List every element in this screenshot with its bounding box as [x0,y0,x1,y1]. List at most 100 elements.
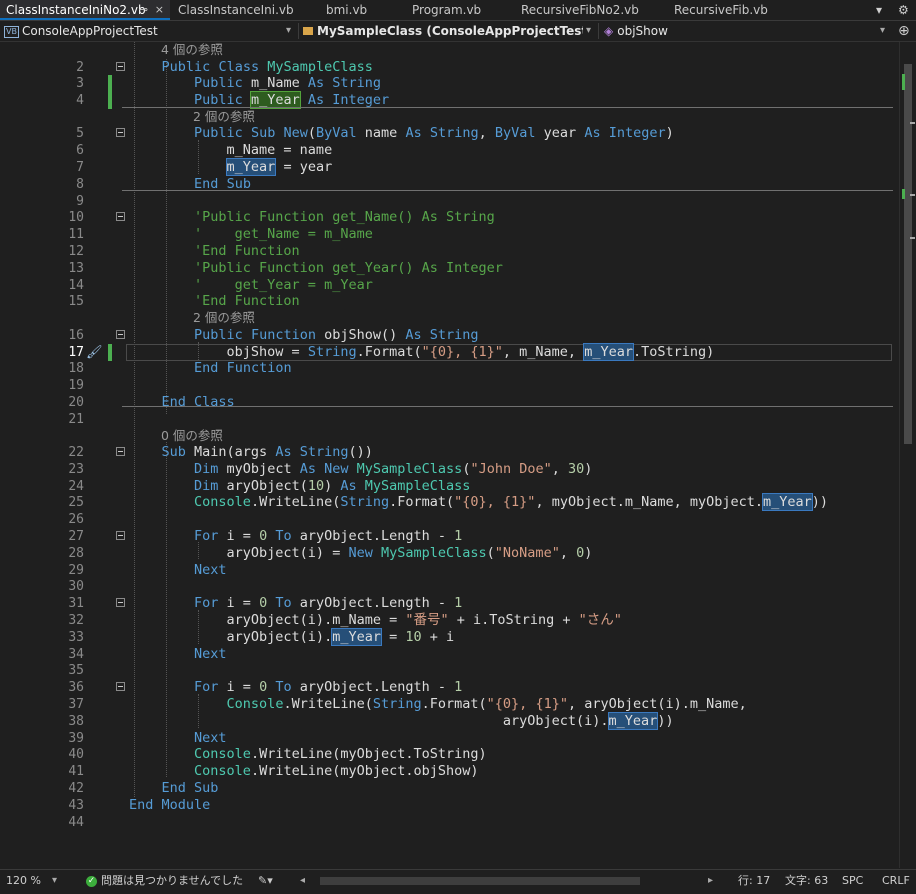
code-text[interactable]: For i = 0 To aryObject.Length - 1 [129,528,462,545]
code-line[interactable]: 6 m_Name = name [0,142,900,159]
code-text[interactable]: 'End Function [129,293,300,310]
code-line[interactable]: 9 [0,193,900,210]
collapse-icon[interactable] [116,531,125,540]
whitespace-indicator[interactable]: SPC [842,870,863,892]
code-line[interactable]: 12 'End Function [0,243,900,260]
code-line[interactable]: 18 End Function [0,360,900,377]
collapse-icon[interactable] [116,682,125,692]
issues-indicator[interactable]: ✓ 問題は見つかりませんでした [86,870,243,892]
collapse-icon[interactable] [116,61,125,71]
code-line[interactable]: 16 Public Function objShow() As String [0,327,900,344]
tab-program[interactable]: Program.vb [406,0,514,20]
code-text[interactable]: m_Name = name [129,142,333,159]
code-text[interactable]: Dim aryObject(10) As MySampleClass [129,478,470,495]
zoom-level[interactable]: 120 % [6,870,41,892]
codelens-reference-count[interactable]: 2 個の参照 [193,109,255,124]
collapse-icon[interactable] [116,598,125,608]
code-line[interactable]: 4 個の参照 [0,42,900,57]
code-line[interactable]: 41 Console.WriteLine(myObject.objShow) [0,763,900,780]
code-text[interactable]: For i = 0 To aryObject.Length - 1 [129,679,462,696]
tab-classinstanceinino2[interactable]: ClassInstanceIniNo2.vb ⊸ × [0,0,170,20]
code-text[interactable]: Console.WriteLine(String.Format("{0}, {1… [129,493,828,512]
chevron-down-icon[interactable]: ▾ [880,21,885,41]
code-text[interactable]: Public m_Name As String [129,75,381,92]
code-text[interactable]: For i = 0 To aryObject.Length - 1 [129,595,462,612]
code-editor[interactable]: 4 個の参照 2 Public Class MySampleClass 3 Publ… [0,42,916,868]
scroll-thumb[interactable] [904,64,912,444]
code-line[interactable]: 24 Dim aryObject(10) As MySampleClass [0,478,900,495]
chevron-down-icon[interactable]: ▾ [286,21,291,41]
code-text[interactable]: Public Sub New(ByVal name As String, ByV… [129,125,674,142]
code-line[interactable]: 15 'End Function [0,293,900,310]
scroll-right-icon[interactable]: ▸ [708,870,713,892]
collapse-icon[interactable] [116,329,125,339]
code-line[interactable]: 27 For i = 0 To aryObject.Length - 1 [0,528,900,545]
code-text[interactable]: Public Class MySampleClass [129,59,373,76]
collapse-icon[interactable] [116,212,125,222]
code-line[interactable]: 26 [0,511,900,528]
code-text[interactable]: aryObject(i).m_Year)) [129,711,674,730]
code-line[interactable]: 11 ' get_Name = m_Name [0,226,900,243]
code-text[interactable]: Next [129,730,227,747]
code-line[interactable]: 38 aryObject(i).m_Year)) [0,711,900,730]
brush-icon[interactable]: ✎▾ [258,870,273,892]
code-line[interactable]: 14 ' get_Year = m_Year [0,277,900,294]
tab-overflow-icon[interactable]: ▾ [876,0,882,20]
pin-icon[interactable]: ⊸ [139,0,148,18]
tab-recursivefibno2[interactable]: RecursiveFibNo2.vb [515,0,665,20]
code-line[interactable]: 42 End Sub [0,780,900,797]
codelens-reference-count[interactable]: 0 個の参照 [161,428,223,443]
code-text[interactable]: Next [129,646,227,663]
code-line[interactable]: 31 For i = 0 To aryObject.Length - 1 [0,595,900,612]
collapse-icon[interactable] [116,447,125,456]
code-text[interactable]: 'Public Function get_Name() As String [129,209,495,226]
vertical-scrollbar[interactable] [899,42,916,868]
quick-actions-brush-icon[interactable]: 🖌 [86,344,103,361]
code-line[interactable]: 40 Console.WriteLine(myObject.ToString) [0,746,900,763]
code-text[interactable]: Console.WriteLine(myObject.ToString) [129,746,487,763]
code-line[interactable]: 19 [0,377,900,394]
collapse-icon[interactable] [116,128,125,138]
code-line[interactable]: 23 Dim myObject As New MySampleClass("Jo… [0,461,900,478]
code-line[interactable]: 20 End Class [0,394,900,411]
column-indicator[interactable]: 文字: 63 [785,870,828,892]
code-line[interactable]: 33 aryObject(i).m_Year = 10 + i [0,627,900,646]
scroll-left-icon[interactable]: ◂ [300,870,305,892]
code-line[interactable]: 43 End Module [0,797,900,814]
tab-bmi[interactable]: bmi.vb [320,0,404,20]
codelens-reference-count[interactable]: 4 個の参照 [161,42,223,57]
code-line[interactable]: 2 個の参照 [0,310,900,325]
chevron-down-icon[interactable]: ▾ [52,870,57,892]
codelens-reference-count[interactable]: 2 個の参照 [193,310,255,325]
code-line[interactable]: 39 Next [0,730,900,747]
code-line[interactable]: 5 Public Sub New(ByVal name As String, B… [0,125,900,142]
code-line[interactable]: 44 [0,814,900,831]
code-line[interactable]: 10 'Public Function get_Name() As String [0,209,900,226]
code-text[interactable]: End Class [129,394,235,411]
code-line[interactable]: 22 Sub Main(args As String()) [0,444,900,461]
code-line[interactable]: 32 aryObject(i).m_Name = "番号" + i.ToStri… [0,612,900,629]
code-text[interactable]: Next [129,562,227,579]
code-line[interactable]: 34 Next [0,646,900,663]
code-line[interactable]: 25 Console.WriteLine(String.Format("{0},… [0,493,900,512]
chevron-down-icon[interactable]: ▾ [586,21,591,41]
code-line[interactable]: 28 aryObject(i) = New MySampleClass("NoN… [0,545,900,562]
code-line[interactable]: 29 Next [0,562,900,579]
code-text[interactable]: Sub Main(args As String()) [129,444,373,461]
code-text[interactable]: 'End Function [129,243,300,260]
code-line[interactable]: 13 'Public Function get_Year() As Intege… [0,260,900,277]
code-line[interactable]: 36 For i = 0 To aryObject.Length - 1 [0,679,900,696]
code-line[interactable]: 37 Console.WriteLine(String.Format("{0},… [0,696,900,713]
code-line[interactable]: 17 🖌 objShow = String.Format("{0}, {1}", … [0,342,900,361]
code-line[interactable]: 21 [0,411,900,428]
gear-icon[interactable]: ⚙ [898,0,909,20]
code-text[interactable]: ' get_Year = m_Year [129,277,373,294]
line-ending-indicator[interactable]: CRLF [882,870,910,892]
code-text[interactable]: Public Function objShow() As String [129,327,479,344]
code-text[interactable]: aryObject(i).m_Year = 10 + i [129,627,454,646]
code-line[interactable]: 0 個の参照 [0,428,900,443]
code-line[interactable]: 2 個の参照 [0,109,900,124]
code-text[interactable]: m_Year = year [129,158,332,176]
line-indicator[interactable]: 行: 17 [738,870,770,892]
code-text[interactable]: objShow = String.Format("{0}, {1}", m_Na… [129,342,714,361]
